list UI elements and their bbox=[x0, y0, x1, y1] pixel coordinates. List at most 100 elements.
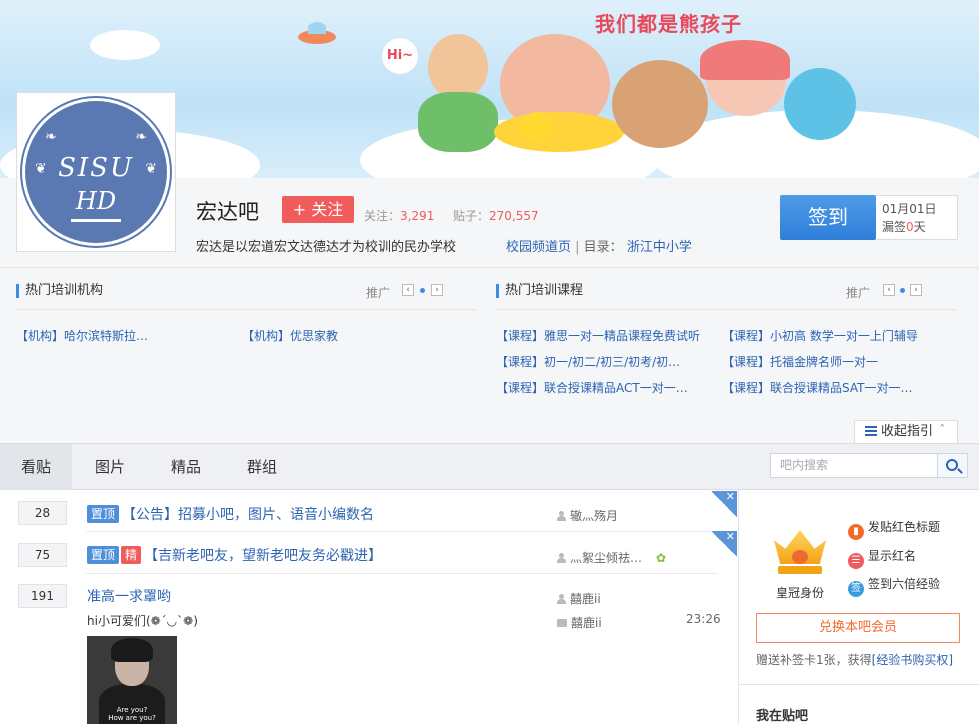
posts-stat: 贴子：270,557 bbox=[453, 207, 539, 224]
link-separator: | bbox=[575, 240, 584, 255]
user-icon bbox=[557, 594, 566, 604]
promo-institution-item[interactable]: 【机构】哈尔滨特斯拉… bbox=[16, 327, 148, 344]
close-pinned-button[interactable]: ✕ bbox=[711, 491, 737, 517]
collapse-guide-button[interactable]: 收起指引 ˆ bbox=[854, 420, 958, 443]
thread-snippet: hi小可爱们(❁´◡`❁) bbox=[87, 614, 198, 628]
forum-logo[interactable]: ❦ ❦ ❧ ❧ SISU HD bbox=[16, 92, 176, 252]
forum-search-input[interactable]: 吧内搜索 bbox=[770, 453, 938, 478]
gift-text: 赠送补签卡1张，获得 bbox=[756, 653, 872, 667]
promo-course-item[interactable]: 【课程】托福金牌名师一对一 bbox=[722, 353, 878, 370]
user-icon bbox=[557, 553, 566, 563]
row-divider bbox=[86, 531, 718, 532]
gift-info: 赠送补签卡1张，获得[经验书购买权] bbox=[756, 651, 953, 668]
reply-count: 75 bbox=[18, 543, 67, 567]
close-pinned-button[interactable]: ✕ bbox=[711, 531, 737, 557]
swim-ring bbox=[494, 112, 624, 152]
crown-gem bbox=[792, 550, 808, 564]
perk-red-name: ☰ 显示红名 bbox=[848, 547, 916, 569]
tab-posts[interactable]: 看贴 bbox=[0, 444, 72, 490]
bookmark-icon: ▮ bbox=[848, 524, 864, 540]
thread-thumbnail[interactable]: Are you? How are you? bbox=[87, 636, 177, 724]
sign-in-info: 01月01日 漏签0天 bbox=[876, 195, 958, 240]
tab-groups[interactable]: 群组 bbox=[228, 444, 296, 490]
tab-pictures[interactable]: 图片 bbox=[76, 444, 144, 490]
sidebar-divider bbox=[738, 684, 979, 685]
chevron-up-icon: ˆ bbox=[939, 424, 946, 439]
last-reply-user[interactable]: 囍鹿ii bbox=[557, 614, 602, 631]
catalog-label: 目录： bbox=[583, 240, 623, 255]
forum-name: 宏达吧 bbox=[196, 200, 259, 224]
thread-title[interactable]: 准高一求罩哟 bbox=[87, 586, 171, 606]
school-seal: ❦ ❦ ❧ ❧ SISU HD bbox=[22, 98, 170, 246]
author-name: 囍鹿ii bbox=[570, 592, 601, 606]
promo-left-title: 热门培训机构 bbox=[16, 284, 103, 298]
promo-right-page-dot[interactable] bbox=[900, 288, 905, 293]
thread-author[interactable]: 囍鹿ii bbox=[557, 590, 601, 607]
promo-institution-item[interactable]: 【机构】优思家教 bbox=[242, 327, 338, 344]
last-reply-name: 囍鹿ii bbox=[571, 616, 602, 630]
crown-base bbox=[778, 566, 822, 574]
promo-course-item[interactable]: 【课程】小初高 数学一对一上门辅导 bbox=[722, 327, 918, 344]
promo-divider bbox=[16, 309, 476, 310]
search-button[interactable] bbox=[938, 453, 968, 478]
thread-title[interactable]: 【公告】招募小吧，图片、语音小编数名 bbox=[122, 504, 374, 524]
followers-count: 3,291 bbox=[400, 209, 435, 223]
posts-label: 贴子： bbox=[453, 209, 490, 223]
list-icon bbox=[865, 426, 877, 436]
promo-right-prev-button[interactable]: ‹ bbox=[883, 284, 895, 296]
logo-underline bbox=[71, 219, 121, 222]
catalog-link[interactable]: 浙江中小学 bbox=[627, 240, 692, 255]
cartoon-blue-creature bbox=[784, 68, 856, 140]
thumb-caption: Are you? How are you? bbox=[108, 706, 156, 722]
crown-label: 皇冠身份 bbox=[776, 586, 825, 600]
ufo-icon bbox=[298, 22, 336, 44]
promo-course-item[interactable]: 【课程】联合授课精品ACT一对一… bbox=[496, 379, 688, 396]
follow-button[interactable]: + 关注 bbox=[282, 196, 354, 223]
last-reply-time: 23:26 bbox=[686, 612, 721, 626]
featured-badge: 精 bbox=[121, 546, 142, 564]
promo-left-page-dot[interactable] bbox=[420, 288, 425, 293]
promo-right-next-button[interactable]: › bbox=[910, 284, 922, 296]
thumb-hair bbox=[111, 638, 153, 662]
hi-bubble: Hi~ bbox=[382, 38, 418, 74]
perk-sign-exp: 签签到六倍经验 bbox=[848, 575, 940, 597]
perk-label: 显示红名 bbox=[868, 549, 917, 563]
cloud-decoration bbox=[90, 30, 160, 60]
promo-course-item[interactable]: 【课程】雅思一对一精品课程免费试听 bbox=[496, 327, 700, 344]
promo-course-item[interactable]: 【课程】联合授课精品SAT一对一… bbox=[722, 379, 912, 396]
user-icon bbox=[557, 511, 566, 521]
banner-slogan: 我们都是熊孩子 bbox=[595, 12, 742, 36]
crown-icon bbox=[770, 516, 830, 580]
search-icon-handle bbox=[957, 468, 963, 474]
cartoon-boy-body bbox=[418, 92, 498, 152]
exp-book-link[interactable]: [经验书购买权] bbox=[872, 653, 953, 667]
sign-in-date: 01月01日 bbox=[882, 202, 937, 216]
perk-label: 发贴红色标题 bbox=[868, 520, 941, 534]
rubber-duck bbox=[520, 112, 554, 142]
thread-author[interactable]: 辙灬殇月 bbox=[557, 507, 618, 524]
followers-label: 关注： bbox=[364, 209, 401, 223]
promo-course-item[interactable]: 【课程】初一/初二/初三/初考/初… bbox=[496, 353, 680, 370]
perk-red-title: ▮ 发贴红色标题 bbox=[848, 518, 940, 540]
campus-channel-link[interactable]: 校园频道页 bbox=[506, 240, 571, 255]
tab-featured[interactable]: 精品 bbox=[152, 444, 220, 490]
author-name: 辙灬殇月 bbox=[570, 509, 619, 523]
promo-left-prev-button[interactable]: ‹ bbox=[402, 284, 414, 296]
missed-count: 0 bbox=[906, 220, 914, 234]
logo-text-bottom: HD bbox=[75, 187, 117, 215]
promo-left-ad-label: 推广 bbox=[366, 286, 391, 300]
pinned-badge: 置顶 bbox=[87, 505, 120, 523]
posts-count: 270,557 bbox=[489, 209, 539, 223]
forum-slogan: 宏达是以宏道宏文达德达才为校训的民办学校 bbox=[196, 240, 457, 255]
level-icon: ✿ bbox=[656, 551, 667, 565]
promo-right-ad-label: 推广 bbox=[846, 286, 871, 300]
close-icon: ✕ bbox=[725, 490, 735, 503]
pinned-badge: 置顶 bbox=[87, 546, 120, 564]
thread-title[interactable]: 【吉新老吧友，望新老吧友务必戳进】 bbox=[144, 545, 382, 565]
exchange-membership-button[interactable]: 兑换本吧会员 bbox=[756, 613, 960, 643]
laurel-icon: ❧ bbox=[135, 129, 147, 145]
sign-in-button[interactable]: 签到 bbox=[780, 195, 876, 240]
promo-left-next-button[interactable]: › bbox=[431, 284, 443, 296]
thread-author[interactable]: 灬絮尘倾祛… ✿ bbox=[557, 549, 666, 566]
logo-text-top: SISU bbox=[58, 153, 134, 183]
